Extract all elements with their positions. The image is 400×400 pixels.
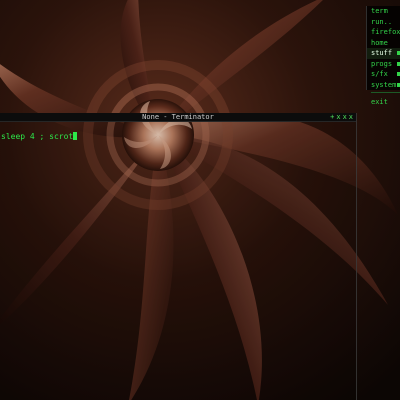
menu-separator (371, 92, 400, 95)
shade-button[interactable]: x (343, 113, 347, 121)
menu-item-term[interactable]: term (367, 6, 400, 17)
menu-item-stuff[interactable]: stuff (367, 48, 400, 59)
terminal-area[interactable]: sleep 4 ; scrot (0, 122, 356, 143)
terminal-command-line: sleep 4 ; scrot (1, 132, 74, 141)
menu-item-run[interactable]: run.. (367, 17, 400, 28)
window-controls: + x x x (330, 113, 353, 121)
menu-item-firefox[interactable]: firefox (367, 27, 400, 38)
iconify-button[interactable]: + (330, 113, 334, 121)
window-titlebar[interactable]: None - Terminator + x x x (0, 113, 356, 122)
openbox-root-menu[interactable]: term run.. firefox home stuff progs s/fx… (366, 6, 400, 106)
menu-item-progs[interactable]: progs (367, 59, 400, 70)
window-title: None - Terminator (142, 113, 214, 121)
menu-item-home[interactable]: home (367, 38, 400, 49)
terminal-cursor (73, 132, 78, 140)
maximize-button[interactable]: x (336, 113, 340, 121)
close-button[interactable]: x (349, 113, 353, 121)
terminator-window[interactable]: None - Terminator + x x x sleep 4 ; scro… (0, 113, 357, 400)
menu-item-sfx[interactable]: s/fx (367, 69, 400, 80)
menu-item-system[interactable]: system (367, 80, 400, 91)
menu-item-exit[interactable]: exit (367, 97, 400, 108)
